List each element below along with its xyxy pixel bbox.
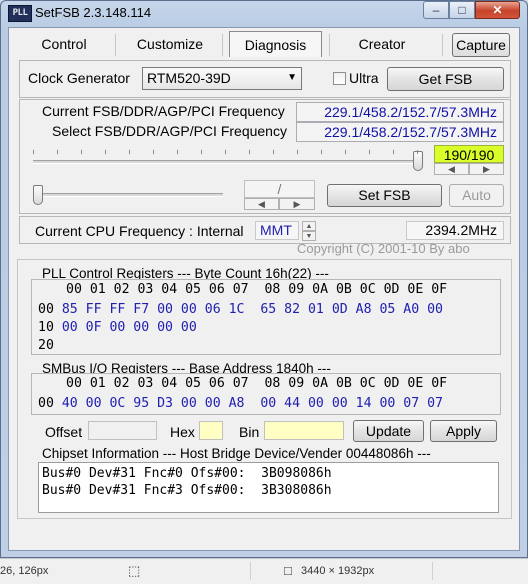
window-title: SetFSB 2.3.148.114 bbox=[35, 5, 152, 20]
apply-button[interactable]: Apply bbox=[430, 420, 497, 442]
spin-left-icon[interactable]: ◀ bbox=[434, 163, 469, 175]
tab-creator[interactable]: Creator bbox=[338, 31, 426, 57]
app-icon: PLL bbox=[8, 5, 32, 22]
close-button[interactable]: ✕ bbox=[475, 1, 520, 19]
pll-row-bytes[interactable]: 00 0F 00 00 00 00 bbox=[62, 320, 197, 335]
current-frequency-value: 229.1/458.2/152.7/57.3MHz bbox=[296, 102, 504, 122]
mode-down-icon[interactable]: ▼ bbox=[302, 231, 316, 241]
auto-button[interactable]: Auto bbox=[449, 184, 504, 207]
pll-column-header: 00 01 02 03 04 05 06 07 08 09 0A 0B 0C 0… bbox=[66, 282, 448, 297]
smbus-row-address: 00 bbox=[38, 396, 54, 411]
hex-label: Hex bbox=[170, 424, 195, 440]
tab-separator bbox=[442, 34, 443, 56]
tab-separator bbox=[329, 34, 330, 56]
select-frequency-value: 229.1/458.2/152.7/57.3MHz bbox=[296, 122, 504, 142]
selection-icon: ⬚ bbox=[128, 563, 141, 578]
current-frequency-label: Current FSB/DDR/AGP/PCI Frequency bbox=[42, 103, 285, 119]
minimize-button[interactable]: – bbox=[423, 1, 449, 19]
copyright-text: Copyright (C) 2001-10 By abo bbox=[297, 241, 470, 256]
offset-field[interactable] bbox=[88, 421, 157, 440]
status-bar: 26, 126px ⬚ □ 3440 × 1932px bbox=[0, 558, 528, 584]
maximize-button[interactable]: □ bbox=[449, 1, 475, 19]
tab-control[interactable]: Control bbox=[22, 31, 106, 57]
tab-diagnosis[interactable]: Diagnosis bbox=[229, 31, 322, 57]
smbus-column-header: 00 01 02 03 04 05 06 07 08 09 0A 0B 0C 0… bbox=[66, 376, 448, 391]
tab-separator bbox=[115, 34, 116, 56]
ratio-left-icon[interactable]: ◀ bbox=[244, 198, 279, 210]
pll-row: 20 bbox=[38, 336, 54, 353]
clock-generator-select[interactable]: RTM520-39D ▼ bbox=[142, 67, 302, 90]
chevron-down-icon: ▼ bbox=[287, 72, 297, 83]
ratio-slider[interactable] bbox=[33, 182, 223, 206]
pll-row-address: 00 bbox=[38, 302, 54, 317]
tab-customize[interactable]: Customize bbox=[125, 31, 215, 57]
cursor-position: 26, 126px bbox=[0, 565, 49, 577]
pll-row-address: 10 bbox=[38, 320, 54, 335]
pll-row-address: 20 bbox=[38, 338, 54, 353]
spin-right-icon[interactable]: ▶ bbox=[469, 163, 504, 175]
pll-row-bytes[interactable]: 85 FF FF F7 00 00 06 1C bbox=[62, 302, 245, 317]
slider-track bbox=[33, 160, 423, 164]
fsb-readout: 190/190 bbox=[434, 145, 504, 163]
set-fsb-button[interactable]: Set FSB bbox=[327, 184, 442, 207]
slider-thumb[interactable] bbox=[33, 185, 43, 205]
clock-generator-label: Clock Generator bbox=[28, 70, 130, 86]
select-frequency-label: Select FSB/DDR/AGP/PCI Frequency bbox=[52, 123, 287, 139]
get-fsb-button[interactable]: Get FSB bbox=[387, 67, 504, 91]
chipset-line: Bus#0 Dev#31 Fnc#3 Ofs#00: 3B308086h bbox=[42, 483, 332, 498]
smbus-row-bytes[interactable]: 40 00 0C 95 D3 00 00 A8 bbox=[62, 396, 245, 411]
status-divider bbox=[432, 562, 433, 580]
pll-row: 10 00 0F 00 00 00 00 bbox=[38, 318, 197, 335]
capture-button[interactable]: Capture bbox=[452, 33, 510, 57]
chipset-line: Bus#0 Dev#31 Fnc#0 Ofs#00: 3B098086h bbox=[42, 466, 332, 481]
cpu-frequency-label: Current CPU Frequency : Internal bbox=[35, 223, 244, 239]
cpu-mode-value: MMT bbox=[255, 221, 299, 240]
smbus-row-bytes[interactable]: 00 44 00 00 14 00 07 07 bbox=[260, 396, 443, 411]
bin-field[interactable] bbox=[264, 421, 344, 440]
ratio-right-icon[interactable]: ▶ bbox=[279, 198, 315, 210]
pll-row-bytes[interactable]: 65 82 01 0D A8 05 A0 00 bbox=[260, 302, 443, 317]
status-divider bbox=[250, 562, 251, 580]
tab-separator bbox=[222, 34, 223, 56]
offset-label: Offset bbox=[45, 424, 83, 440]
bin-label: Bin bbox=[239, 424, 260, 440]
image-dimensions: 3440 × 1932px bbox=[301, 565, 375, 577]
pll-row: 00 85 FF FF F7 00 00 06 1C 65 82 01 0D A… bbox=[38, 300, 443, 317]
chipset-info-title: Chipset Information --- Host Bridge Devi… bbox=[42, 446, 431, 461]
ultra-label: Ultra bbox=[349, 70, 379, 86]
title-bar[interactable]: PLL SetFSB 2.3.148.114 – □ ✕ bbox=[0, 0, 528, 26]
clock-generator-value: RTM520-39D bbox=[147, 70, 231, 86]
cpu-frequency-value: 2394.2MHz bbox=[406, 221, 504, 240]
slider-ticks bbox=[33, 150, 423, 158]
hex-field[interactable] bbox=[199, 421, 223, 440]
slider-track bbox=[33, 193, 223, 197]
update-button[interactable]: Update bbox=[353, 420, 424, 442]
ratio-display: / bbox=[244, 180, 315, 198]
mode-up-icon[interactable]: ▲ bbox=[302, 221, 316, 231]
ultra-checkbox[interactable] bbox=[333, 72, 346, 85]
smbus-row: 00 40 00 0C 95 D3 00 00 A8 00 44 00 00 1… bbox=[38, 394, 443, 411]
dimensions-icon: □ bbox=[284, 563, 292, 578]
